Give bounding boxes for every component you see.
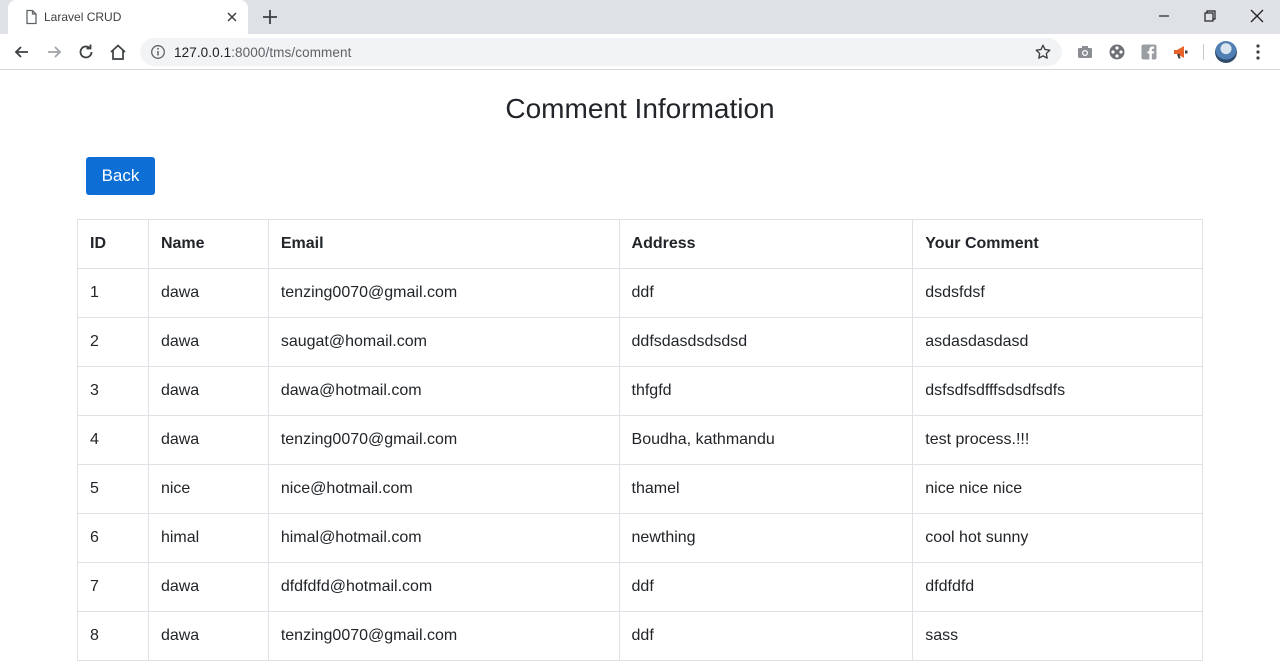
cell-email: himal@hotmail.com xyxy=(267,513,620,563)
reload-icon[interactable] xyxy=(76,42,96,62)
cell-address: thamel xyxy=(618,464,914,514)
cell-email: nice@hotmail.com xyxy=(267,464,620,514)
cell-comment: test process.!!! xyxy=(912,415,1203,465)
back-arrow-icon[interactable] xyxy=(12,42,32,62)
cell-id: 5 xyxy=(77,464,149,514)
cell-comment: dfdfdfd xyxy=(912,562,1203,612)
url-host: 127.0.0.1 xyxy=(174,45,232,60)
close-window-icon[interactable] xyxy=(1247,6,1267,26)
cell-comment: asdasdasdasd xyxy=(912,317,1203,367)
cell-address: thfgfd xyxy=(618,366,914,416)
facebook-icon[interactable] xyxy=(1140,43,1158,61)
cell-id: 3 xyxy=(77,366,149,416)
tab-strip: Laravel CRUD xyxy=(0,0,1280,34)
cell-name: dawa xyxy=(147,562,269,612)
minimize-icon[interactable] xyxy=(1154,6,1174,26)
table-header-row: ID Name Email Address Your Comment xyxy=(77,219,1203,269)
table-row: 6 himal himal@hotmail.com newthing cool … xyxy=(77,513,1203,563)
home-icon[interactable] xyxy=(108,42,128,62)
film-reel-icon[interactable] xyxy=(1108,43,1126,61)
bookmark-star-icon[interactable] xyxy=(1034,43,1052,61)
table-row: 7 dawa dfdfdfd@hotmail.com ddf dfdfdfd xyxy=(77,562,1203,612)
cell-comment: cool hot sunny xyxy=(912,513,1203,563)
cell-address: ddf xyxy=(618,562,914,612)
cell-address: ddf xyxy=(618,268,914,318)
cell-email: dawa@hotmail.com xyxy=(267,366,620,416)
cell-address: ddf xyxy=(618,611,914,661)
cell-id: 1 xyxy=(77,268,149,318)
cell-comment: nice nice nice xyxy=(912,464,1203,514)
new-tab-icon[interactable] xyxy=(260,7,280,27)
cell-name: dawa xyxy=(147,268,269,318)
cell-id: 4 xyxy=(77,415,149,465)
header-name: Name xyxy=(147,219,269,269)
table-row: 1 dawa tenzing0070@gmail.com ddf dsdsfds… xyxy=(77,268,1203,318)
cell-comment: sass xyxy=(912,611,1203,661)
url-text: 127.0.0.1:8000/tms/comment xyxy=(174,45,351,60)
page-title: Comment Information xyxy=(505,93,775,124)
cell-address: Boudha, kathmandu xyxy=(618,415,914,465)
cell-id: 6 xyxy=(77,513,149,563)
table-row: 5 nice nice@hotmail.com thamel nice nice… xyxy=(77,464,1203,514)
forward-arrow-icon[interactable] xyxy=(44,42,64,62)
browser-tab[interactable]: Laravel CRUD xyxy=(8,0,248,34)
document-icon xyxy=(26,9,37,25)
close-tab-icon[interactable] xyxy=(224,9,240,25)
cell-name: dawa xyxy=(147,415,269,465)
back-button[interactable]: Back xyxy=(86,157,155,195)
table-row: 2 dawa saugat@homail.com ddfsdasdsdsdsd … xyxy=(77,317,1203,367)
cell-address: ddfsdasdsdsdsd xyxy=(618,317,914,367)
camera-icon[interactable] xyxy=(1076,43,1094,61)
header-comment: Your Comment xyxy=(912,219,1203,269)
cell-id: 7 xyxy=(77,562,149,612)
cell-email: tenzing0070@gmail.com xyxy=(267,268,620,318)
cell-email: tenzing0070@gmail.com xyxy=(267,611,620,661)
header-address: Address xyxy=(618,219,914,269)
header-email: Email xyxy=(267,219,620,269)
table-row: 8 dawa tenzing0070@gmail.com ddf sass xyxy=(77,611,1203,661)
cell-name: dawa xyxy=(147,366,269,416)
browser-toolbar: 127.0.0.1:8000/tms/comment xyxy=(0,34,1280,70)
restore-icon[interactable] xyxy=(1200,6,1220,26)
profile-avatar[interactable] xyxy=(1215,41,1237,63)
cell-name: dawa xyxy=(147,611,269,661)
tab-title: Laravel CRUD xyxy=(44,10,122,24)
cell-id: 8 xyxy=(77,611,149,661)
cell-address: newthing xyxy=(618,513,914,563)
address-bar[interactable]: 127.0.0.1:8000/tms/comment xyxy=(140,38,1062,66)
megaphone-icon[interactable] xyxy=(1172,43,1190,61)
page-content: Comment Information Back ID Name Email A… xyxy=(0,71,1280,670)
toolbar-separator xyxy=(1203,44,1204,60)
cell-name: himal xyxy=(147,513,269,563)
cell-email: tenzing0070@gmail.com xyxy=(267,415,620,465)
header-id: ID xyxy=(77,219,149,269)
more-menu-icon[interactable] xyxy=(1250,43,1266,61)
cell-email: saugat@homail.com xyxy=(267,317,620,367)
url-path: :8000/tms/comment xyxy=(231,45,352,60)
table-row: 4 dawa tenzing0070@gmail.com Boudha, kat… xyxy=(77,415,1203,465)
info-icon[interactable] xyxy=(150,44,166,60)
cell-id: 2 xyxy=(77,317,149,367)
cell-email: dfdfdfd@hotmail.com xyxy=(267,562,620,612)
table-row: 3 dawa dawa@hotmail.com thfgfd dsfsdfsdf… xyxy=(77,366,1203,416)
cell-comment: dsdsfdsf xyxy=(912,268,1203,318)
cell-comment: dsfsdfsdfffsdsdfsdfs xyxy=(912,366,1203,416)
comments-table: ID Name Email Address Your Comment 1 daw… xyxy=(77,219,1203,661)
cell-name: dawa xyxy=(147,317,269,367)
cell-name: nice xyxy=(147,464,269,514)
